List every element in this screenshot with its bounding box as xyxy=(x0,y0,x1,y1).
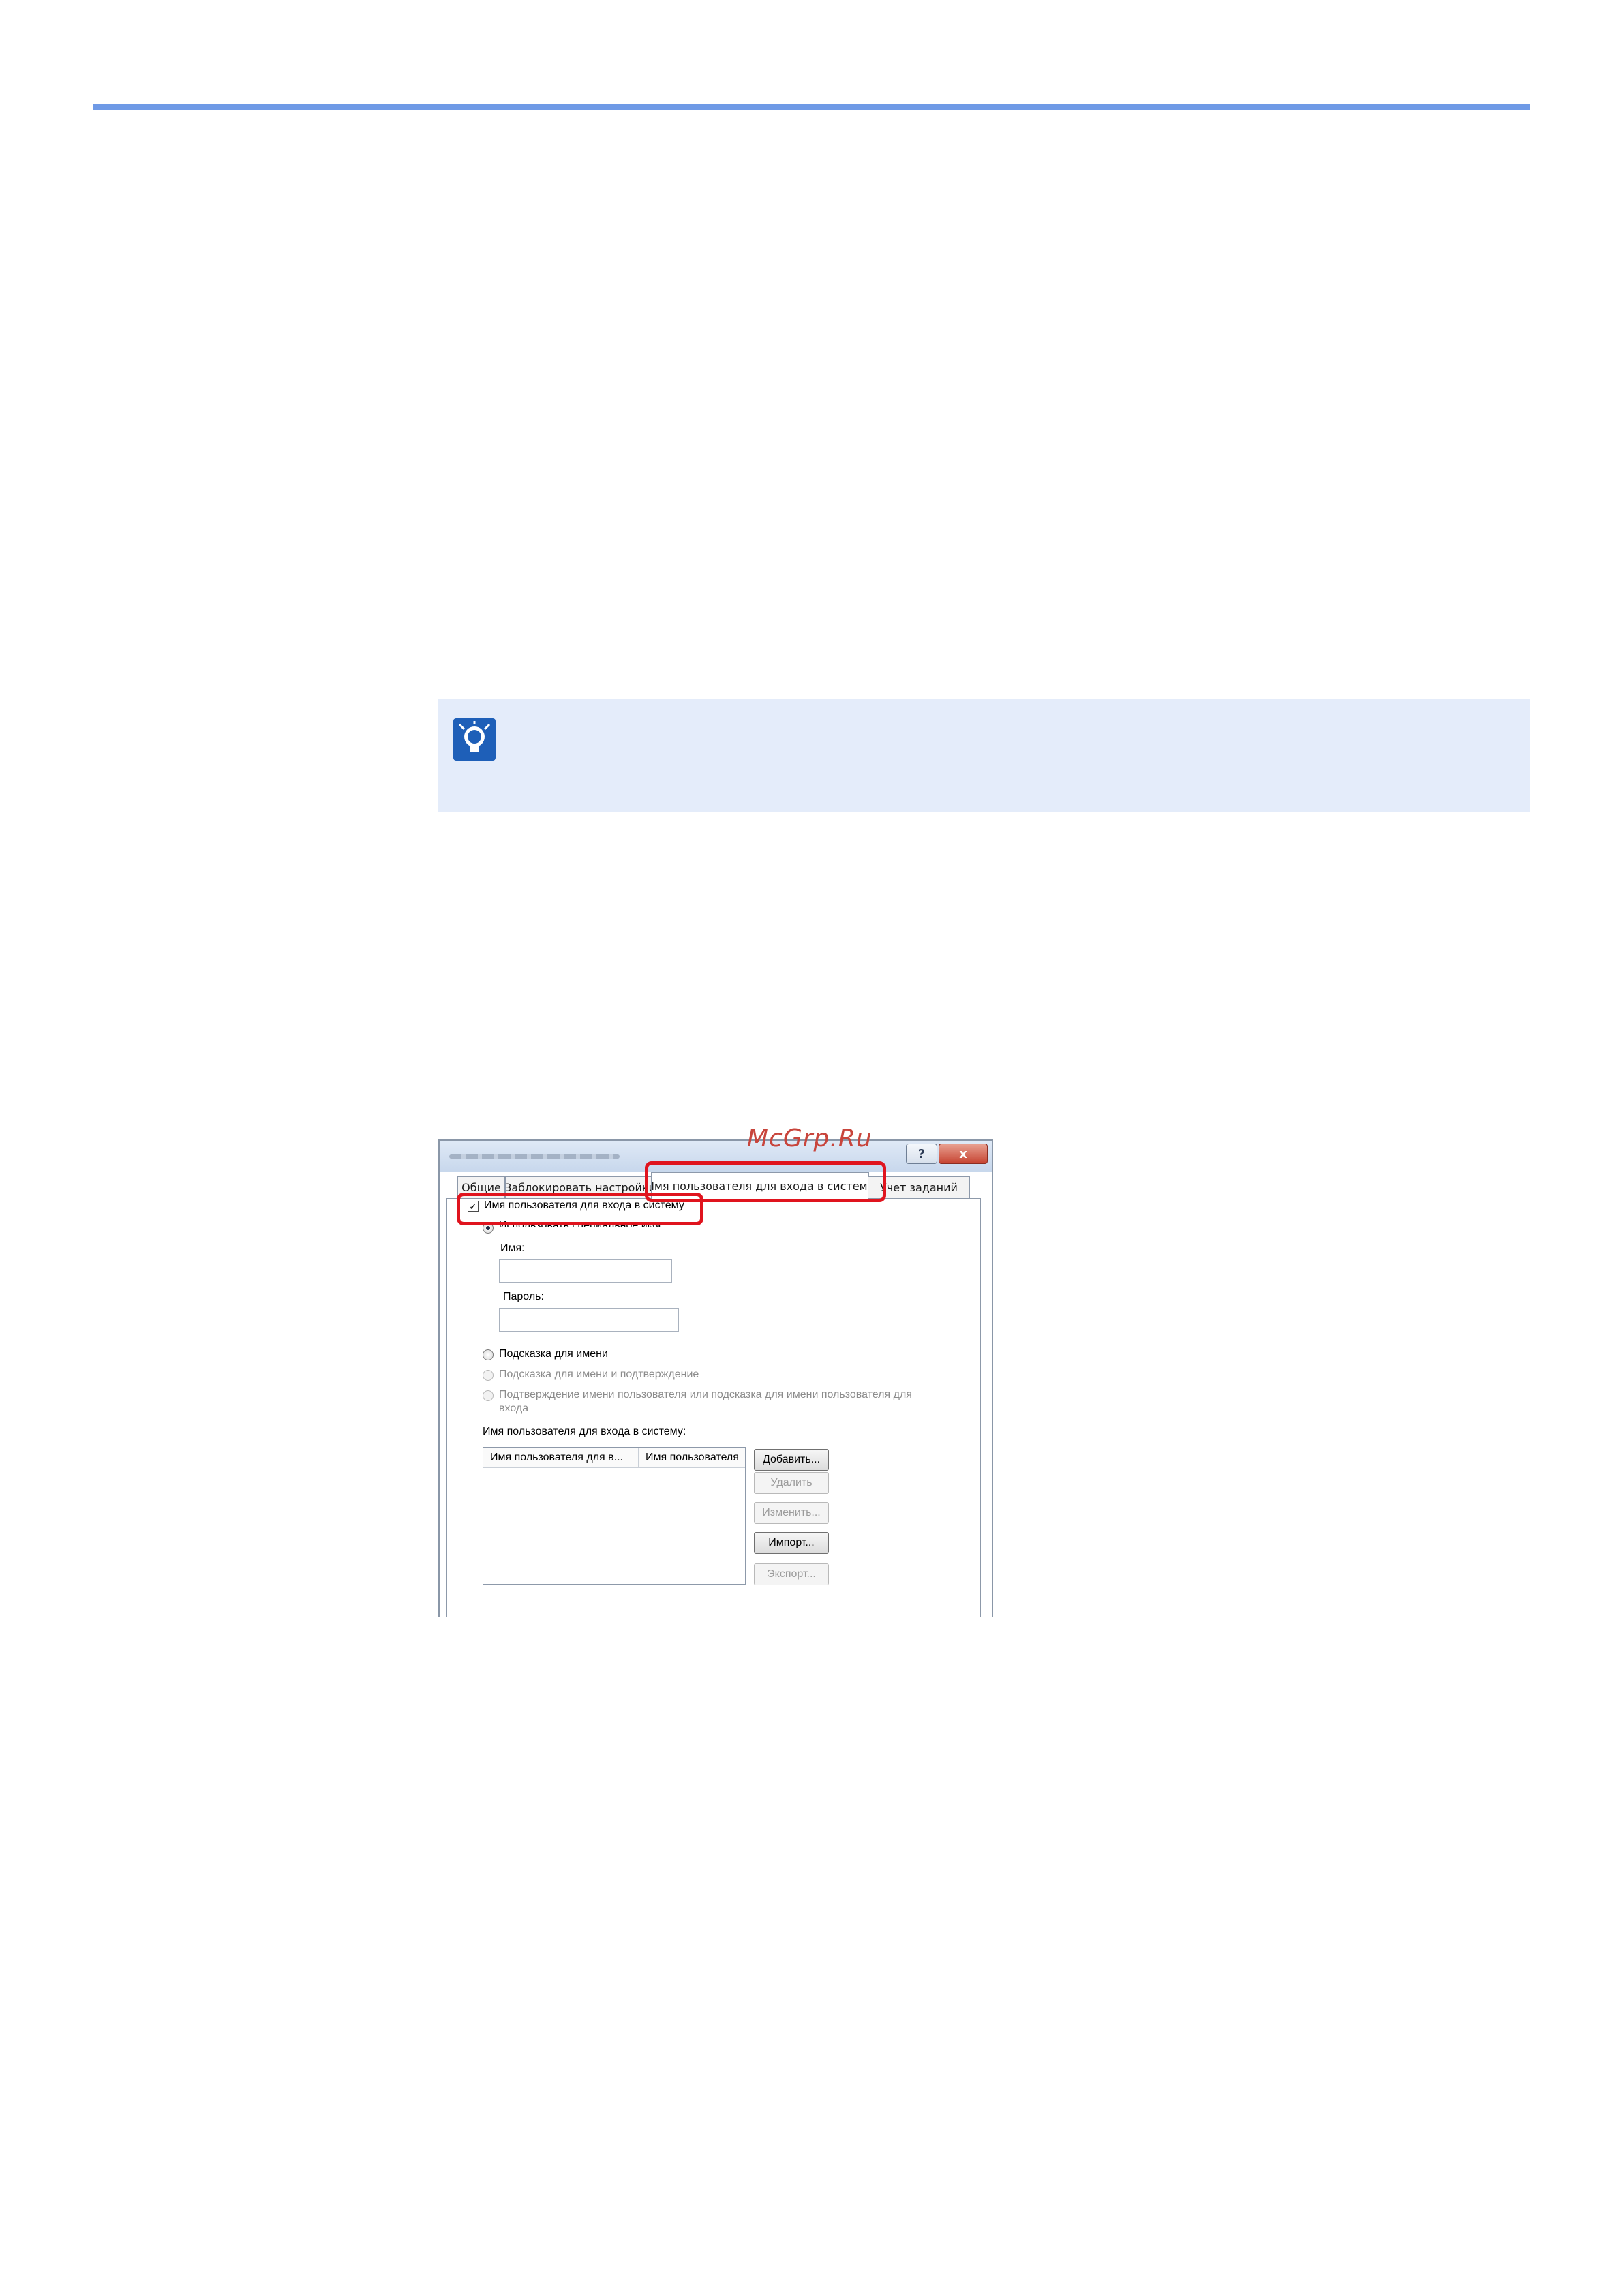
tab-login-user-name[interactable]: Имя пользователя для входа в систему xyxy=(651,1172,869,1199)
lightbulb-hint-icon xyxy=(453,718,496,761)
prompt-name-confirm-label: Подсказка для имени и подтверждение xyxy=(499,1368,699,1380)
prompt-name-radio[interactable] xyxy=(483,1349,494,1360)
export-button[interactable]: Экспорт... xyxy=(754,1563,829,1585)
blurred-window-title xyxy=(449,1154,620,1159)
help-button[interactable]: ? xyxy=(906,1144,937,1164)
use-specific-name-label: Использовать специальное имя xyxy=(499,1220,661,1227)
login-user-list[interactable]: Имя пользователя для в... Имя пользовате… xyxy=(483,1447,746,1585)
confirm-or-prompt-label-line1: Подтверждение имени пользователя или под… xyxy=(499,1389,912,1400)
name-label: Имя: xyxy=(500,1242,525,1254)
password-field[interactable] xyxy=(499,1308,679,1332)
use-specific-name-radio[interactable] xyxy=(483,1223,494,1234)
login-user-name-checkbox-label: Имя пользователя для входа в систему xyxy=(484,1199,684,1211)
login-user-name-checkbox[interactable]: ✓ xyxy=(468,1201,479,1212)
tab-job-accounting[interactable]: Учет заданий xyxy=(868,1176,970,1198)
import-button[interactable]: Импорт... xyxy=(754,1532,829,1554)
confirm-or-prompt-label-line2: входа xyxy=(499,1403,529,1414)
column-header-user-name[interactable]: Имя пользователя xyxy=(639,1448,745,1468)
login-list-title: Имя пользователя для входа в систему: xyxy=(483,1426,686,1437)
prompt-name-confirm-radio[interactable] xyxy=(483,1370,494,1381)
add-button[interactable]: Добавить... xyxy=(754,1449,829,1471)
column-header-login-name[interactable]: Имя пользователя для в... xyxy=(483,1448,639,1468)
note-box xyxy=(438,699,1530,812)
tab-general[interactable]: Общие xyxy=(457,1176,505,1198)
prompt-name-label: Подсказка для имени xyxy=(499,1348,608,1360)
close-button[interactable]: x xyxy=(939,1144,988,1164)
confirm-or-prompt-radio[interactable] xyxy=(483,1390,494,1401)
edit-button[interactable]: Изменить... xyxy=(754,1502,829,1524)
watermark: McGrp.Ru xyxy=(747,1124,873,1152)
top-rule xyxy=(93,104,1530,110)
tab-lock-settings[interactable]: Заблокировать настройки xyxy=(505,1176,655,1198)
delete-button[interactable]: Удалить xyxy=(754,1472,829,1494)
name-field[interactable] xyxy=(499,1259,672,1283)
password-label: Пароль: xyxy=(503,1291,544,1302)
